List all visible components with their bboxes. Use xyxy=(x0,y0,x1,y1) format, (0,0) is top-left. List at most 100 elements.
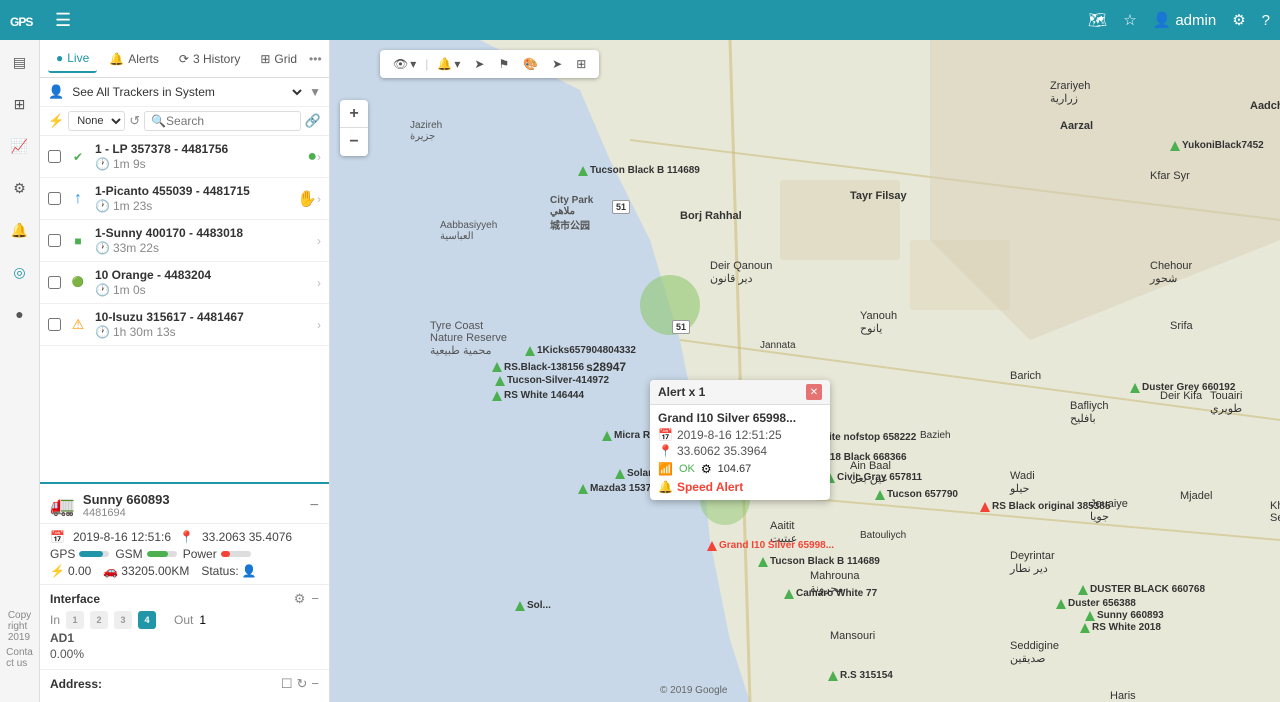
sidebar-bell-icon[interactable]: 🔔 xyxy=(6,216,34,244)
collapse-button[interactable]: − xyxy=(310,497,319,515)
layers-toolbar-button[interactable]: ⊞ xyxy=(571,54,591,74)
in-btn-4[interactable]: 4 xyxy=(138,611,156,629)
tab-grid[interactable]: ⊞ Grid xyxy=(252,46,305,72)
star-icon[interactable]: ☆ xyxy=(1123,11,1136,29)
tracker-checkbox[interactable] xyxy=(48,192,61,205)
road-marker: 51 xyxy=(612,200,630,214)
settings-icon[interactable]: ⚙ xyxy=(1232,11,1245,29)
palette-toolbar-button[interactable]: 🎨 xyxy=(518,54,543,74)
address-checkbox-icon[interactable]: ☐ xyxy=(281,676,293,692)
tracker-name: 1-Sunny 400170 - 4483018 xyxy=(95,226,317,240)
hamburger-menu-icon[interactable]: ☰ xyxy=(55,10,71,31)
sidebar-contact-icon[interactable]: Contact us xyxy=(6,644,34,672)
alert-ok-label: OK xyxy=(679,463,695,475)
in-label: In xyxy=(50,613,60,627)
map-marker: Tucson 657790 xyxy=(875,489,958,500)
selected-tracker-id: 4481694 xyxy=(83,507,170,519)
map-marker: R.S 315154 xyxy=(828,670,893,681)
alert-close-button[interactable]: ✕ xyxy=(806,384,822,400)
place-label: Mjadel xyxy=(1180,490,1212,502)
user-menu[interactable]: 👤 admin xyxy=(1153,11,1217,29)
map-marker: RS White 2018 xyxy=(1080,622,1161,633)
alert-coords: 33.6062 35.3964 xyxy=(677,444,767,458)
map-marker: Duster 656388 xyxy=(1056,598,1136,609)
place-label: Mansouri xyxy=(830,630,875,642)
place-label: Aabbasiyyehالعباسية xyxy=(440,220,497,242)
map-marker: Sol... xyxy=(515,600,551,611)
road-marker: 51 xyxy=(672,320,690,334)
bell-icon: 🔔 xyxy=(437,57,452,71)
zoom-in-button[interactable]: + xyxy=(340,100,368,128)
place-label: Borj Rahhal xyxy=(680,210,742,222)
gsm-label: GSM xyxy=(115,547,142,561)
refresh-button[interactable]: ↺ xyxy=(129,113,140,129)
live-icon: ● xyxy=(56,51,63,65)
tracker-checkbox[interactable] xyxy=(48,234,61,247)
signal-row: GPS GSM Power xyxy=(50,547,319,561)
map-marker: Duster Grey 660192 xyxy=(1130,382,1235,393)
tracker-name: 1-Picanto 455039 - 4481715 xyxy=(95,184,297,198)
alert-popup-header: Alert x 1 ✕ xyxy=(650,380,830,405)
address-collapse-icon[interactable]: − xyxy=(311,676,319,692)
sidebar-monitor-icon[interactable]: ▤ xyxy=(6,48,34,76)
help-icon[interactable]: ? xyxy=(1262,12,1270,29)
coordinates-label: 33.2063 35.4076 xyxy=(202,530,292,544)
map-container[interactable]: City Parkملاهي城市公园 Jazirehجزيرة Aabbasiy… xyxy=(330,40,1280,702)
address-refresh-icon[interactable]: ↻ xyxy=(297,676,308,692)
in-btn-3[interactable]: 3 xyxy=(114,611,132,629)
link-icon[interactable]: 🔗 xyxy=(305,113,321,129)
place-label: Kherbet Selem xyxy=(1270,500,1280,524)
move-icon: ✋ xyxy=(297,189,317,209)
tracker-checkbox[interactable] xyxy=(48,150,61,163)
tab-live[interactable]: ● Live xyxy=(48,45,97,73)
in-btn-2[interactable]: 2 xyxy=(90,611,108,629)
eye-button[interactable]: 👁▾ xyxy=(388,54,421,74)
tab-history[interactable]: ⟳ 3 History xyxy=(171,46,248,72)
place-label: Jannata xyxy=(760,340,796,351)
search-icon: 🔍 xyxy=(151,114,166,128)
map-nav-icon[interactable]: 🗺 xyxy=(1088,11,1107,29)
list-item[interactable]: ↑ 1-Picanto 455039 - 4481715 🕐1m 23s ✋ › xyxy=(40,178,329,220)
zoom-controls: + − xyxy=(340,100,368,156)
map-marker: DUSTER BLACK 660768 xyxy=(1078,584,1205,595)
place-label: Bafliychبافليح xyxy=(1070,400,1109,425)
map-marker: RS.Black-138156s28947 xyxy=(492,360,626,374)
map-toolbar: 👁▾ | 🔔▾ ➤ ⚑ 🎨 ➤ ⊞ xyxy=(380,50,599,78)
bell-toolbar-button[interactable]: 🔔▾ xyxy=(432,54,465,74)
tab-alerts[interactable]: 🔔 Alerts xyxy=(101,46,167,72)
flag-toolbar-button[interactable]: ⚑ xyxy=(493,54,514,74)
filter-dropdown[interactable]: None xyxy=(68,111,125,131)
sidebar-circle-icon[interactable]: ◎ xyxy=(6,258,34,286)
list-item[interactable]: ⚠ 10-Isuzu 315617 - 4481467 🕐1h 30m 13s … xyxy=(40,304,329,346)
place-label: Deir Qanounدير قانون xyxy=(710,260,772,285)
interface-collapse-icon[interactable]: − xyxy=(311,591,319,607)
nav-toolbar-button[interactable]: ➤ xyxy=(547,54,567,74)
sub-nav-more[interactable]: ••• xyxy=(309,52,322,66)
sidebar-grid-icon[interactable]: ⊞ xyxy=(6,90,34,118)
list-item[interactable]: ■ 1-Sunny 400170 - 4483018 🕐33m 22s › xyxy=(40,220,329,262)
map-marker: YukoniBlack7452 xyxy=(1170,140,1264,151)
sidebar-copy-icon[interactable]: Copyright2019 xyxy=(6,612,34,640)
tracker-checkbox[interactable] xyxy=(48,318,61,331)
tracker-status-icon: ✔ xyxy=(67,146,89,168)
arrow-toolbar-button[interactable]: ➤ xyxy=(469,54,489,74)
list-item[interactable]: ✔ 1 - LP 357378 - 4481756 🕐1m 9s ● › xyxy=(40,136,329,178)
tracker-selector-dropdown[interactable]: See All Trackers in System xyxy=(68,84,305,100)
filter-icon[interactable]: ⚡ xyxy=(48,113,64,129)
zoom-out-button[interactable]: − xyxy=(340,128,368,156)
alert-popup-body: Grand I10 Silver 65998... 📅2019-8-16 12:… xyxy=(650,405,830,500)
interface-settings-icon[interactable]: ⚙ xyxy=(294,591,306,607)
alert-title: Alert x 1 xyxy=(658,385,705,399)
sidebar-gear-icon[interactable]: ⚙ xyxy=(6,174,34,202)
tracker-checkbox[interactable] xyxy=(48,276,61,289)
tracker-status-icon: 🟢 xyxy=(67,272,89,294)
sidebar-chart-icon[interactable]: 📈 xyxy=(6,132,34,160)
place-label: Jazirehجزيرة xyxy=(410,120,442,142)
online-icon: ● xyxy=(307,148,317,166)
in-btn-1[interactable]: 1 xyxy=(66,611,84,629)
sidebar-dot-icon[interactable]: ● xyxy=(6,300,34,328)
list-item[interactable]: 🟢 10 Orange - 4483204 🕐1m 0s › xyxy=(40,262,329,304)
search-input[interactable] xyxy=(166,114,294,128)
place-label: Tyre CoastNature Reserveمحمية طبيعية xyxy=(430,320,507,357)
tracker-time: 🕐33m 22s xyxy=(95,241,317,255)
